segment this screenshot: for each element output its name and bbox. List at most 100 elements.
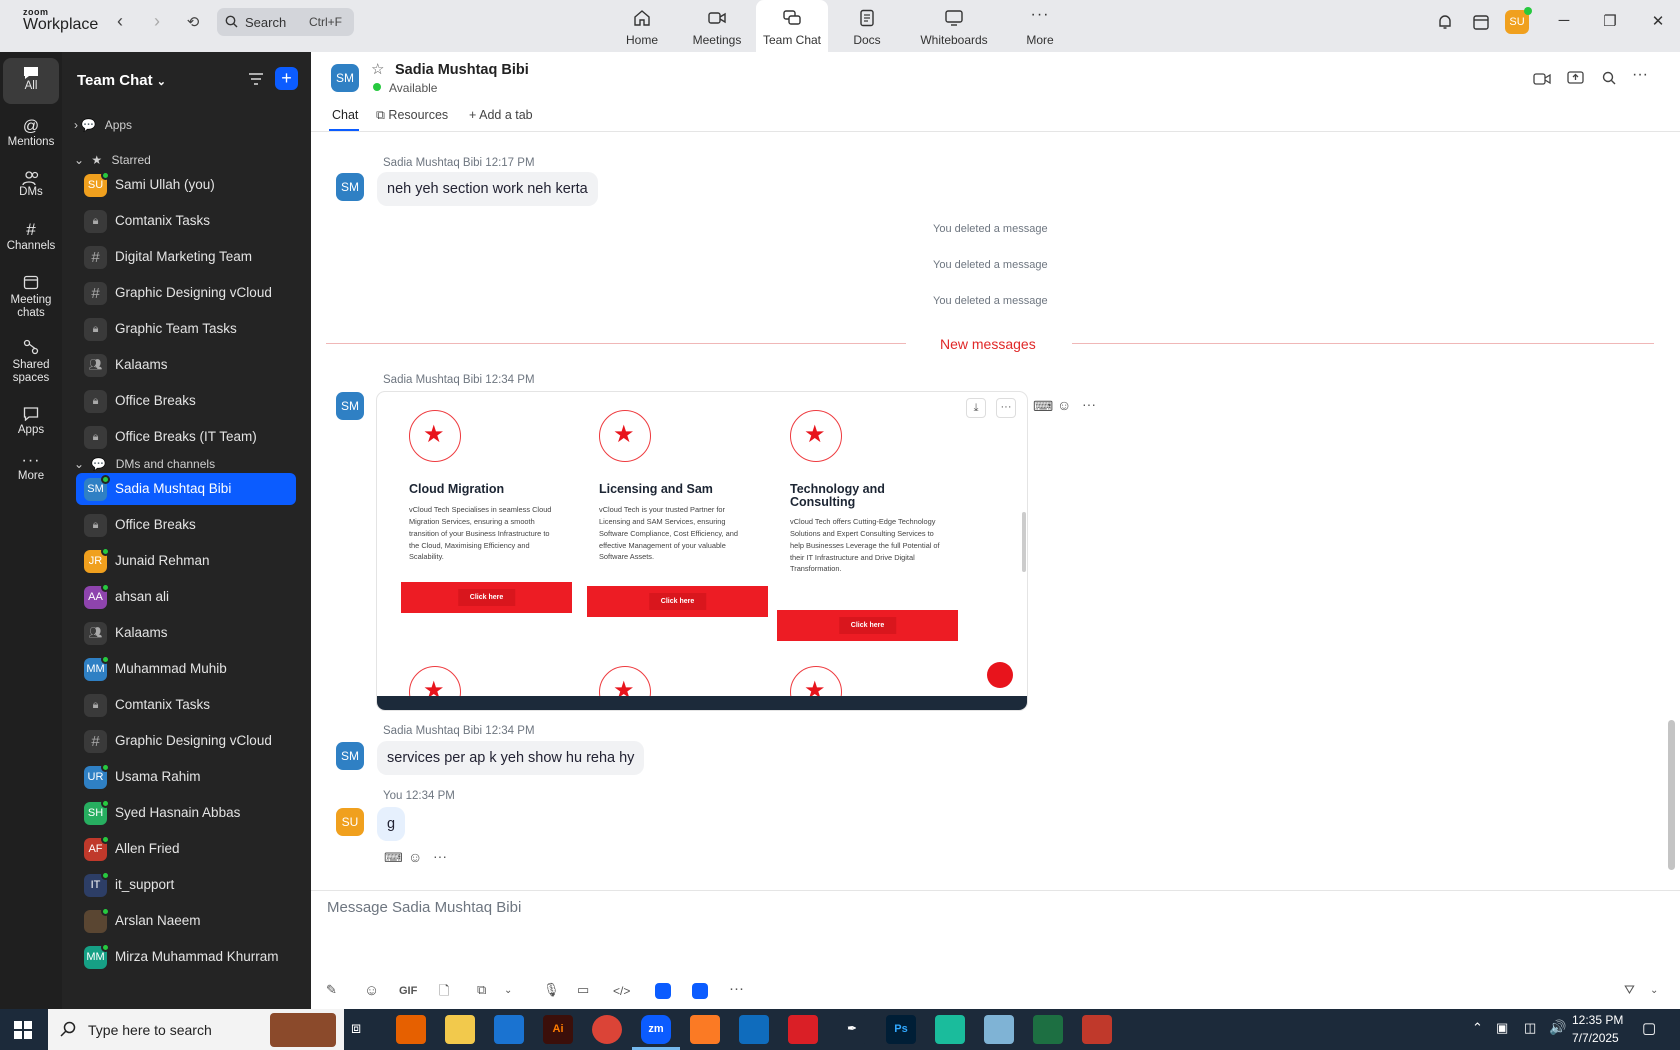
sidebar-item[interactable]: 🔒︎ Comtanix Tasks: [76, 205, 296, 237]
nav-meetings[interactable]: Meetings: [681, 0, 753, 52]
message-input[interactable]: Message Sadia Mushtaq Bibi: [327, 899, 521, 916]
creative-cloud-icon[interactable]: [788, 1015, 818, 1044]
photoshop-icon[interactable]: Ps: [886, 1015, 916, 1044]
sidebar-item[interactable]: 👥︎ Kalaams: [76, 349, 296, 381]
rail-mentions[interactable]: @ Mentions: [3, 114, 59, 160]
illustrator-icon[interactable]: Ai: [543, 1015, 573, 1044]
file-icon[interactable]: 🗋: [439, 982, 449, 1004]
search-icon[interactable]: [1602, 71, 1616, 85]
message-bubble[interactable]: g: [377, 807, 406, 841]
own-avatar[interactable]: SU: [336, 808, 364, 836]
sidebar-item[interactable]: 🔒︎ Graphic Team Tasks: [76, 313, 296, 345]
favorite-star-icon[interactable]: ☆: [371, 60, 384, 78]
rail-channels[interactable]: # Channels: [3, 218, 59, 264]
contact-avatar[interactable]: SM: [331, 64, 359, 92]
chevron-up-icon[interactable]: ⌃: [1472, 1020, 1483, 1036]
clock-time[interactable]: 12:35 PM: [1572, 1013, 1623, 1027]
file-explorer-icon[interactable]: [445, 1015, 475, 1044]
sidebar-item[interactable]: JR Junaid Rehman: [76, 545, 296, 577]
sender-avatar[interactable]: SM: [336, 392, 364, 420]
sidebar-item[interactable]: AA ahsan ali: [76, 581, 296, 613]
download-icon[interactable]: ⤓: [966, 398, 986, 418]
message-bubble[interactable]: neh yeh section work neh kerta: [377, 172, 598, 206]
code-icon[interactable]: </>: [613, 984, 630, 998]
task-view-icon[interactable]: ⧈: [351, 1020, 361, 1038]
sidebar-item[interactable]: 🔒︎ Office Breaks: [76, 385, 296, 417]
back-arrow-icon[interactable]: ‹: [108, 11, 132, 32]
video-message-icon[interactable]: ▭: [577, 982, 589, 998]
microphone-icon[interactable]: 🎙: [543, 982, 560, 998]
sidebar-item[interactable]: AF Allen Fried: [76, 833, 296, 865]
rail-all[interactable]: All: [3, 58, 59, 104]
rail-dms[interactable]: DMs: [3, 166, 59, 212]
sidebar-title[interactable]: Team Chat ⌄: [77, 72, 166, 89]
starred-section[interactable]: ⌄ ★ Starred: [74, 153, 151, 167]
dms-section[interactable]: ⌄ 💬 DMs and channels: [74, 457, 215, 471]
chevron-down-icon[interactable]: ⌄: [504, 985, 512, 996]
rail-more[interactable]: ··· More: [3, 452, 59, 498]
tab-add[interactable]: + Add a tab: [469, 108, 533, 122]
chevron-down-icon[interactable]: ⌄: [1650, 985, 1658, 996]
emoji-icon[interactable]: ☺: [364, 982, 379, 999]
tab-resources[interactable]: ⧉ Resources: [376, 108, 448, 123]
nav-team-chat[interactable]: Team Chat: [756, 0, 828, 52]
chat-scrollbar[interactable]: [1668, 720, 1675, 870]
contact-name[interactable]: Sadia Mushtaq Bibi: [395, 62, 529, 78]
app-icon[interactable]: [692, 983, 708, 999]
app-diamond-icon[interactable]: [935, 1015, 965, 1044]
sidebar-item[interactable]: 👥︎ Kalaams: [76, 617, 296, 649]
calendar-icon[interactable]: [1472, 13, 1490, 31]
notifications-icon[interactable]: ▢: [1642, 1019, 1656, 1037]
rail-shared-spaces[interactable]: Shared spaces: [3, 335, 59, 395]
chrome-icon[interactable]: [592, 1015, 622, 1044]
nav-whiteboards[interactable]: Whiteboards: [918, 0, 990, 52]
sidebar-item[interactable]: # Graphic Designing vCloud: [76, 725, 296, 757]
app-icon[interactable]: [655, 983, 671, 999]
sidebar-item[interactable]: # Graphic Designing vCloud: [76, 277, 296, 309]
nav-home[interactable]: Home: [606, 0, 678, 52]
notepad-icon[interactable]: [984, 1015, 1014, 1044]
history-icon[interactable]: ⟲: [181, 13, 205, 31]
emoji-add-icon[interactable]: ☺: [408, 849, 422, 865]
excel-icon[interactable]: [1033, 1015, 1063, 1044]
emoji-add-icon[interactable]: ☺: [1057, 397, 1071, 413]
wifi-icon[interactable]: ◫: [1524, 1020, 1536, 1036]
more-options-icon[interactable]: ···: [1632, 66, 1648, 84]
sidebar-item[interactable]: SH Syed Hasnain Abbas: [76, 797, 296, 829]
sender-avatar[interactable]: SM: [336, 173, 364, 201]
reply-icon[interactable]: ⌨: [1033, 398, 1053, 415]
taskbar-search[interactable]: Type here to search: [48, 1009, 344, 1050]
more-tools-icon[interactable]: ···: [729, 980, 744, 997]
rail-apps[interactable]: Apps: [3, 402, 59, 448]
vscode-icon[interactable]: [494, 1015, 524, 1044]
sidebar-item[interactable]: 🔒︎ Office Breaks: [76, 509, 296, 541]
tab-chat[interactable]: Chat: [332, 108, 358, 122]
send-options-icon[interactable]: ⛛: [1624, 982, 1635, 998]
windows-start-icon[interactable]: [14, 1021, 32, 1039]
message-bubble[interactable]: services per ap k yeh show hu reha hy: [377, 741, 645, 775]
image-attachment[interactable]: ★ ★ ★ Cloud Migration Licensing and Sam …: [377, 392, 1027, 710]
format-icon[interactable]: ✎: [326, 982, 337, 998]
sidebar-item[interactable]: IT it_support: [76, 869, 296, 901]
apps-section[interactable]: › 💬 Apps: [74, 118, 132, 132]
new-chat-button[interactable]: +: [275, 67, 298, 90]
pen-tool-icon[interactable]: ✒: [837, 1015, 867, 1044]
sender-avatar[interactable]: SM: [336, 742, 364, 770]
message-more-icon[interactable]: ···: [433, 848, 447, 864]
sidebar-item[interactable]: MM Mirza Muhammad Khurram: [76, 941, 296, 973]
share-screen-icon[interactable]: [1567, 70, 1584, 86]
forward-arrow-icon[interactable]: ›: [145, 11, 169, 32]
sidebar-item[interactable]: # Digital Marketing Team: [76, 241, 296, 273]
message-more-icon[interactable]: ···: [1082, 396, 1096, 412]
sidebar-item[interactable]: SM Sadia Mushtaq Bibi: [76, 473, 296, 505]
sidebar-item[interactable]: 🔒︎ Comtanix Tasks: [76, 689, 296, 721]
sidebar-item[interactable]: UR Usama Rahim: [76, 761, 296, 793]
snipping-tool-icon[interactable]: [1082, 1015, 1112, 1044]
firefox-icon[interactable]: [396, 1015, 426, 1044]
sidebar-item[interactable]: 🔒︎ Office Breaks (IT Team): [76, 421, 296, 453]
sidebar-item[interactable]: SU Sami Ullah (you): [76, 169, 296, 201]
xampp-icon[interactable]: [690, 1015, 720, 1044]
filter-icon[interactable]: [248, 72, 264, 86]
search-input[interactable]: Search Ctrl+F: [217, 8, 354, 36]
maximize-icon[interactable]: ❐: [1598, 12, 1622, 30]
